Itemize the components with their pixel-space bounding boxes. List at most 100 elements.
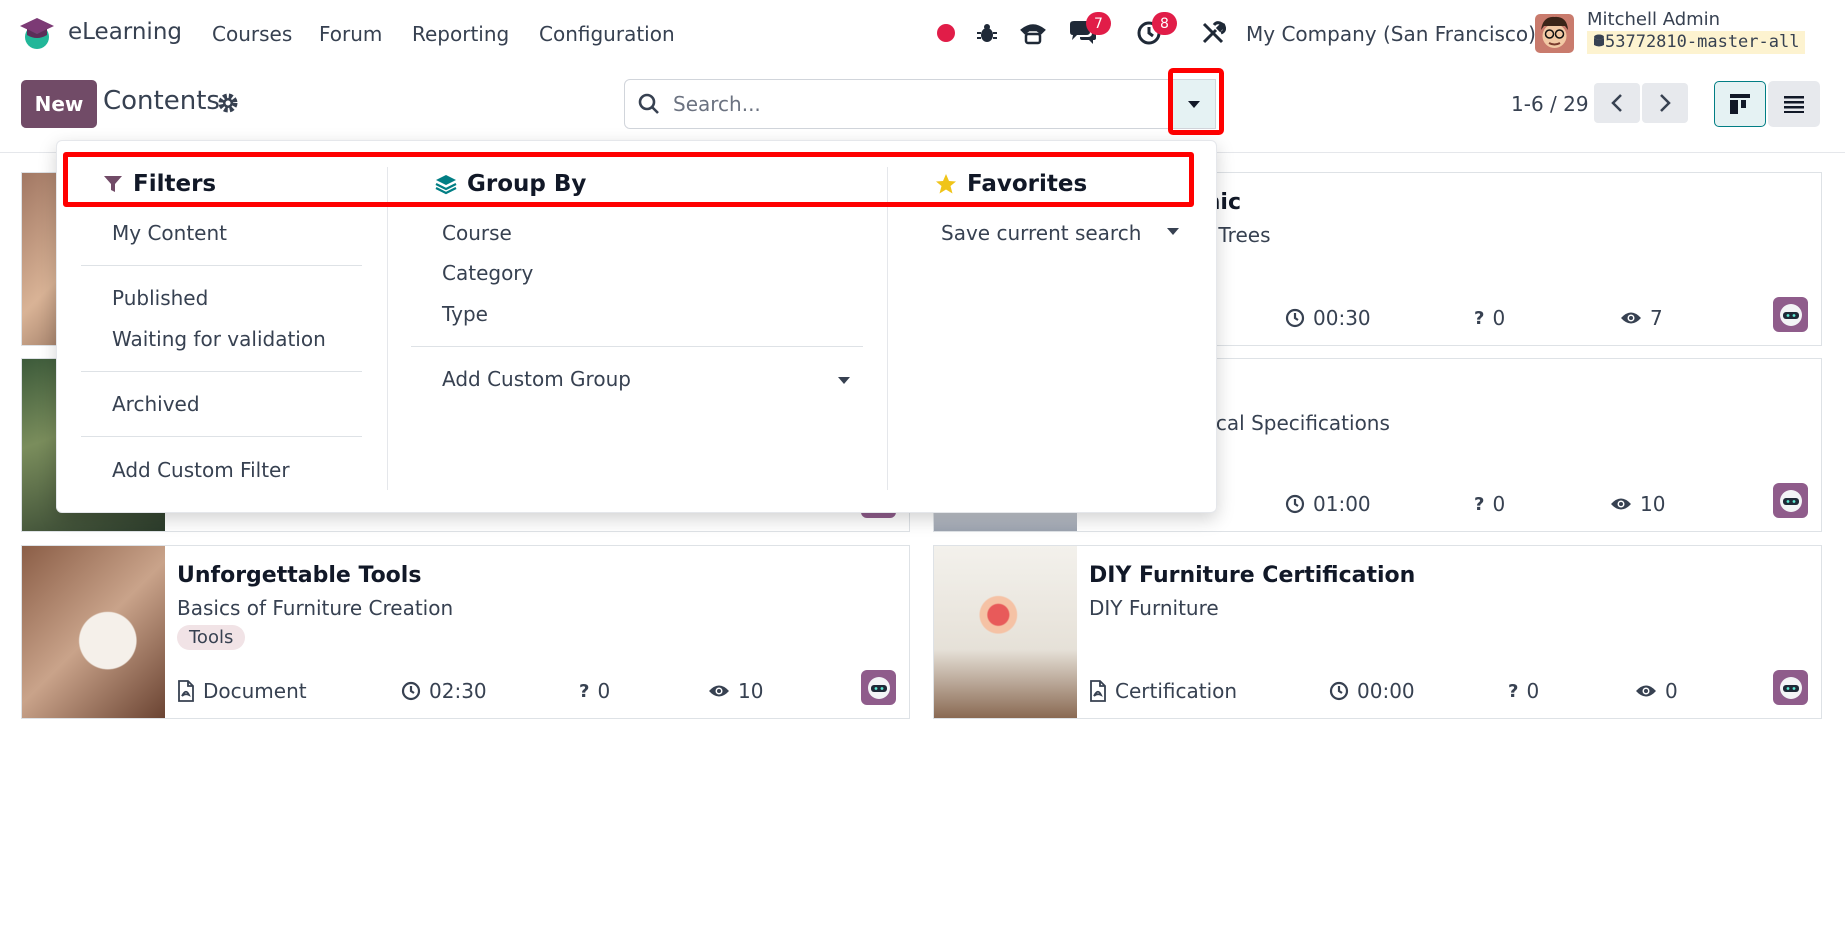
app-name[interactable]: eLearning: [68, 19, 182, 45]
divider: [81, 265, 362, 266]
phone-icon[interactable]: [1016, 16, 1050, 50]
card-questions: ? 0: [1474, 306, 1505, 330]
card-questions: ? 0: [1508, 679, 1539, 703]
list-view-button[interactable]: [1768, 81, 1820, 127]
company-switcher[interactable]: My Company (San Francisco): [1246, 22, 1536, 46]
gear-icon[interactable]: [217, 92, 239, 114]
divider: [81, 436, 362, 437]
menu-reporting[interactable]: Reporting: [412, 22, 509, 46]
card-type: Document: [177, 679, 307, 703]
questions-value: 0: [1492, 492, 1506, 516]
messages-badge: 7: [1086, 12, 1111, 35]
search-bar: [624, 79, 1186, 129]
database-name: 53772810-master-all: [1587, 31, 1806, 54]
highlight-box-toggle: [1168, 68, 1224, 135]
database-label: 53772810-master-all: [1605, 32, 1800, 52]
tools-icon[interactable]: [1196, 16, 1230, 50]
views-value: 7: [1650, 306, 1663, 330]
clock-small-icon: [401, 681, 421, 701]
eye-icon: [1611, 498, 1631, 510]
chevron-left-icon: [1611, 94, 1622, 112]
eye-icon: [1636, 685, 1656, 697]
author-avatar-icon[interactable]: [1773, 483, 1808, 518]
duration-value: 02:30: [429, 679, 487, 703]
record-dot-icon[interactable]: [929, 16, 963, 50]
filter-waiting-validation[interactable]: Waiting for validation: [112, 327, 326, 351]
card-thumbnail: [22, 546, 165, 718]
views-value: 0: [1665, 679, 1678, 703]
card-questions: ? 0: [579, 679, 610, 703]
user-name[interactable]: Mitchell Admin: [1587, 9, 1720, 30]
card-duration: 01:00: [1285, 492, 1371, 516]
activities-badge: 8: [1152, 12, 1177, 35]
type-value: Certification: [1115, 679, 1238, 703]
pager-next-button[interactable]: [1642, 83, 1688, 123]
new-button[interactable]: New: [21, 80, 97, 128]
author-avatar-icon[interactable]: [861, 670, 896, 705]
card-views: 0: [1635, 679, 1678, 703]
pager-previous-button[interactable]: [1594, 83, 1640, 123]
highlight-box-dropdown-headings: [63, 152, 1194, 207]
author-avatar-icon[interactable]: [1773, 670, 1808, 705]
questions-value: 0: [1492, 306, 1506, 330]
add-custom-group[interactable]: Add Custom Group: [442, 367, 631, 391]
card-duration: 02:30: [401, 679, 487, 703]
type-value: Document: [203, 679, 307, 703]
card-subtitle: DIY Furniture: [1089, 596, 1219, 620]
card-type: Certification: [1089, 679, 1237, 703]
eye-icon: [709, 685, 729, 697]
filter-my-content[interactable]: My Content: [112, 221, 227, 245]
main-navbar: eLearning Courses Forum Reporting Config…: [0, 0, 1845, 66]
group-by-category[interactable]: Category: [442, 261, 533, 285]
filter-published[interactable]: Published: [112, 286, 208, 310]
column-separator: [387, 167, 388, 490]
card-subtitle: Basics of Furniture Creation: [177, 596, 454, 620]
card-questions: ? 0: [1474, 492, 1505, 516]
column-separator: [887, 167, 888, 490]
author-avatar-icon[interactable]: [1773, 297, 1808, 332]
kanban-card[interactable]: DIY Furniture Certification DIY Furnitur…: [933, 545, 1822, 719]
menu-forum[interactable]: Forum: [319, 22, 382, 46]
group-by-course[interactable]: Course: [442, 221, 512, 245]
chat-icon[interactable]: 7: [1066, 12, 1111, 50]
kanban-card[interactable]: Unforgettable Tools Basics of Furniture …: [21, 545, 910, 719]
chevron-right-icon: [1660, 94, 1671, 112]
kanban-icon: [1730, 94, 1750, 114]
clock-small-icon: [1285, 308, 1305, 328]
search-input[interactable]: [673, 80, 1163, 128]
save-current-search[interactable]: Save current search: [941, 221, 1141, 245]
duration-value: 00:30: [1313, 306, 1371, 330]
divider: [411, 346, 863, 347]
card-views: 7: [1620, 306, 1663, 330]
menu-courses[interactable]: Courses: [212, 22, 292, 46]
group-by-type[interactable]: Type: [442, 302, 488, 326]
caret-down-icon[interactable]: [838, 377, 850, 384]
views-value: 10: [738, 679, 764, 703]
card-duration: 00:00: [1329, 679, 1415, 703]
questions-value: 0: [1526, 679, 1540, 703]
caret-down-icon[interactable]: [1167, 228, 1179, 235]
clock-small-icon: [1285, 494, 1305, 514]
question-icon: ?: [579, 680, 590, 702]
pager-value[interactable]: 1-6 / 29: [1511, 92, 1589, 116]
divider: [81, 371, 362, 372]
clock-small-icon: [1329, 681, 1349, 701]
menu-configuration[interactable]: Configuration: [539, 22, 675, 46]
list-icon: [1784, 96, 1804, 113]
elearning-logo-icon[interactable]: [18, 14, 56, 52]
search-icon: [638, 93, 659, 114]
question-icon: ?: [1508, 680, 1519, 702]
bug-icon[interactable]: [970, 16, 1004, 50]
duration-value: 00:00: [1357, 679, 1415, 703]
kanban-view-button[interactable]: [1714, 81, 1766, 127]
filter-archived[interactable]: Archived: [112, 392, 200, 416]
user-avatar[interactable]: [1535, 14, 1574, 53]
page-title: Contents: [103, 86, 220, 116]
document-icon: [178, 680, 194, 702]
add-custom-filter[interactable]: Add Custom Filter: [112, 458, 290, 482]
certification-icon: [1090, 680, 1106, 702]
clock-icon[interactable]: 8: [1132, 12, 1177, 50]
questions-value: 0: [597, 679, 611, 703]
question-icon: ?: [1474, 307, 1485, 329]
database-icon: [1594, 34, 1604, 47]
